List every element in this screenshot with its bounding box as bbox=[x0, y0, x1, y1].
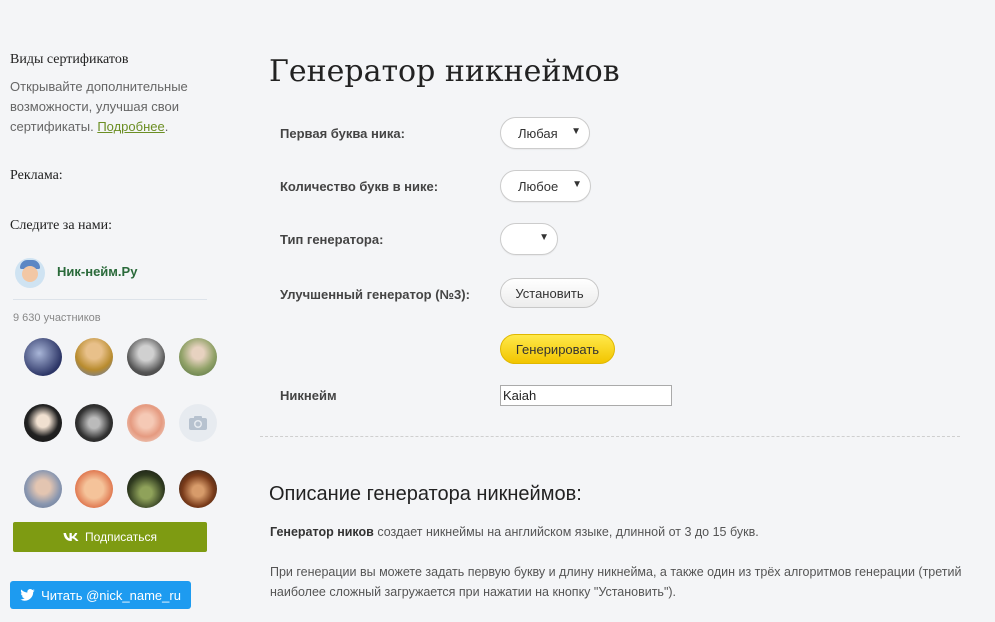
first-letter-value: Любая bbox=[518, 125, 558, 141]
member-avatar[interactable] bbox=[127, 404, 165, 442]
twitter-follow-label: Читать @nick_name_ru bbox=[41, 587, 181, 603]
member-avatar[interactable] bbox=[127, 470, 165, 508]
dropdown-arrow-icon: ▼ bbox=[571, 126, 581, 137]
member-avatar[interactable] bbox=[75, 338, 113, 376]
vk-logo-icon bbox=[63, 533, 79, 541]
improved-generator-label: Улучшенный генератор (№3): bbox=[280, 287, 470, 302]
generator-type-select[interactable]: ▼ bbox=[500, 223, 558, 255]
letter-count-label: Количество букв в нике: bbox=[280, 179, 439, 194]
follow-us-title: Следите за нами: bbox=[10, 218, 112, 233]
member-avatar-placeholder[interactable] bbox=[179, 404, 217, 442]
member-avatar[interactable] bbox=[24, 338, 62, 376]
first-letter-label: Первая буква ника: bbox=[280, 126, 405, 141]
member-avatar[interactable] bbox=[75, 470, 113, 508]
install-button[interactable]: Установить bbox=[500, 278, 599, 308]
letter-count-select[interactable]: Любое ▼ bbox=[500, 170, 591, 202]
vk-widget-header[interactable]: Ник-нейм.Ру bbox=[13, 254, 207, 300]
member-avatar[interactable] bbox=[179, 470, 217, 508]
first-letter-select[interactable]: Любая ▼ bbox=[500, 117, 590, 149]
certificates-text: Открывайте дополнительные возможности, у… bbox=[10, 77, 210, 137]
member-avatar[interactable] bbox=[75, 404, 113, 442]
member-avatar[interactable] bbox=[179, 338, 217, 376]
twitter-bird-icon bbox=[20, 589, 35, 601]
vk-group-avatar[interactable] bbox=[15, 258, 45, 288]
nickname-output-field[interactable] bbox=[500, 385, 672, 406]
twitter-follow-button[interactable]: Читать @nick_name_ru bbox=[10, 581, 191, 609]
generate-button[interactable]: Генерировать bbox=[500, 334, 615, 364]
section-divider bbox=[260, 436, 960, 437]
certificates-period: . bbox=[164, 119, 169, 134]
description-p1-text: создает никнеймы на английском языке, дл… bbox=[373, 525, 759, 539]
vk-subscribe-label: Подписаться bbox=[85, 530, 157, 544]
ads-title: Реклама: bbox=[10, 168, 63, 183]
vk-members-count: 9 630 участников bbox=[13, 312, 101, 324]
vk-subscribe-button[interactable]: Подписаться bbox=[13, 522, 207, 552]
vk-group-name[interactable]: Ник-нейм.Ру bbox=[57, 264, 137, 279]
letter-count-value: Любое bbox=[518, 178, 559, 194]
member-avatar[interactable] bbox=[24, 470, 62, 508]
description-title: Описание генератора никнеймов: bbox=[269, 483, 582, 505]
description-bold-term: Генератор ников bbox=[270, 525, 374, 539]
certificates-more-link[interactable]: Подробнее bbox=[97, 119, 164, 134]
certificates-title: Виды сертификатов bbox=[10, 52, 129, 67]
avatar-face-shape bbox=[22, 266, 38, 282]
dropdown-arrow-icon: ▼ bbox=[572, 179, 582, 190]
page-title: Генератор никнеймов bbox=[269, 54, 620, 89]
dropdown-arrow-icon: ▼ bbox=[539, 232, 549, 243]
nickname-label: Никнейм bbox=[280, 388, 337, 403]
description-paragraph-1: Генератор ников создает никнеймы на англ… bbox=[270, 525, 970, 539]
member-avatar[interactable] bbox=[127, 338, 165, 376]
camera-icon bbox=[189, 416, 207, 430]
member-avatar[interactable] bbox=[24, 404, 62, 442]
generator-type-label: Тип генератора: bbox=[280, 232, 384, 247]
description-paragraph-2: При генерации вы можете задать первую бу… bbox=[270, 565, 962, 599]
